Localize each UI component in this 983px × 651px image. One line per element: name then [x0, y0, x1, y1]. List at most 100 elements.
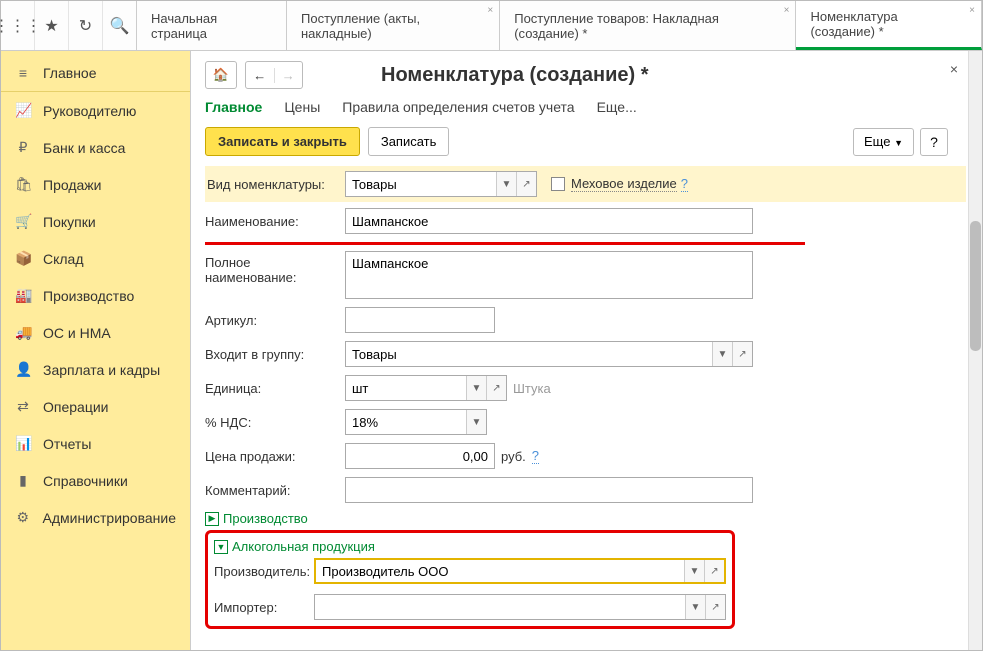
tab-label: Поступление товаров: Накладная (создание… [514, 11, 779, 41]
open-icon[interactable]: ↗ [732, 342, 752, 366]
sidebar-item-warehouse[interactable]: 📦Склад [1, 240, 190, 277]
price-label: Цена продажи: [205, 449, 345, 464]
production-expander[interactable]: ▶ Производство [205, 511, 966, 526]
unit-hint: Штука [513, 381, 551, 396]
manufacturer-combo[interactable]: ▼ ↗ [314, 558, 726, 584]
chevron-down-icon: ▼ [894, 138, 903, 148]
vat-combo[interactable]: ▼ [345, 409, 487, 435]
help-button[interactable]: ? [920, 128, 948, 156]
vat-label: % НДС: [205, 415, 345, 430]
kind-input[interactable] [346, 172, 496, 196]
sidebar-item-assets[interactable]: 🚚ОС и НМА [1, 314, 190, 351]
subtab-rules[interactable]: Правила определения счетов учета [342, 99, 574, 115]
tab-start[interactable]: Начальная страница [137, 1, 287, 50]
sidebar-item-bank[interactable]: ₽Банк и касса [1, 129, 190, 166]
importer-combo[interactable]: ▼ ↗ [314, 594, 726, 620]
close-icon[interactable]: × [969, 5, 975, 16]
nav-buttons[interactable]: ←→ [245, 61, 303, 89]
group-label: Входит в группу: [205, 347, 345, 362]
sidebar-item-production[interactable]: 🏭Производство [1, 277, 190, 314]
article-label: Артикул: [205, 313, 345, 328]
tab-invoice[interactable]: Поступление товаров: Накладная (создание… [500, 1, 796, 50]
subtab-main[interactable]: Главное [205, 99, 262, 115]
sidebar-item-salary[interactable]: 👤Зарплата и кадры [1, 351, 190, 388]
article-input[interactable] [345, 307, 495, 333]
chevron-down-icon[interactable]: ▼ [466, 410, 486, 434]
home-button[interactable]: 🏠 [205, 61, 237, 89]
close-icon[interactable]: × [784, 5, 790, 16]
save-button[interactable]: Записать [368, 127, 450, 156]
chevron-down-icon[interactable]: ▼ [496, 172, 516, 196]
search-icon[interactable]: 🔍 [103, 1, 137, 50]
group-combo[interactable]: ▼ ↗ [345, 341, 753, 367]
sidebar-item-purchases[interactable]: 🛒Покупки [1, 203, 190, 240]
expand-icon: ▶ [205, 512, 219, 526]
unit-label: Единица: [205, 381, 345, 396]
sidebar-item-main[interactable]: ≡Главное [1, 55, 190, 92]
chart-icon: 📈 [15, 102, 31, 119]
chevron-down-icon[interactable]: ▼ [466, 376, 486, 400]
price-input[interactable] [345, 443, 495, 469]
sidebar-item-reports[interactable]: 📊Отчеты [1, 425, 190, 462]
fur-help[interactable]: ? [681, 176, 688, 192]
vat-input[interactable] [346, 410, 466, 434]
book-icon: ▮ [15, 472, 31, 489]
tab-label: Начальная страница [151, 11, 270, 41]
tab-label: Номенклатура (создание) * [810, 9, 965, 39]
scrollbar[interactable] [968, 51, 982, 650]
tab-label: Поступление (акты, накладные) [301, 11, 483, 41]
name-label: Наименование: [205, 214, 345, 229]
star-icon[interactable]: ★ [35, 1, 69, 50]
close-icon[interactable]: × [950, 61, 958, 77]
open-icon[interactable]: ↗ [705, 595, 725, 619]
fullname-input[interactable] [345, 251, 753, 299]
clipboard-icon[interactable]: ↻ [69, 1, 103, 50]
subtab-more[interactable]: Еще... [597, 99, 637, 115]
subtab-prices[interactable]: Цены [284, 99, 320, 115]
name-input[interactable] [345, 208, 753, 234]
fur-checkbox[interactable] [551, 177, 565, 191]
chevron-down-icon[interactable]: ▼ [685, 595, 705, 619]
sidebar-item-sales[interactable]: 🛍Продажи [1, 166, 190, 203]
sidebar-item-admin[interactable]: ⚙Администрирование [1, 499, 190, 536]
open-icon[interactable]: ↗ [486, 376, 506, 400]
open-icon[interactable]: ↗ [516, 172, 536, 196]
importer-label: Импортер: [214, 600, 314, 615]
comment-input[interactable] [345, 477, 753, 503]
gear-icon: ⚙ [15, 509, 31, 526]
sidebar-item-dictionaries[interactable]: ▮Справочники [1, 462, 190, 499]
apps-icon[interactable]: ⋮⋮⋮ [1, 1, 35, 50]
unit-input[interactable] [346, 376, 466, 400]
truck-icon: 🚚 [15, 324, 31, 341]
price-help[interactable]: ? [532, 448, 539, 464]
open-icon[interactable]: ↗ [704, 560, 724, 582]
bag-icon: 🛍 [15, 176, 31, 193]
forward-icon[interactable]: → [275, 68, 303, 83]
factory-icon: 🏭 [15, 287, 31, 304]
currency-label: руб. [501, 449, 526, 464]
fullname-label: Полное наименование: [205, 251, 345, 285]
manufacturer-input[interactable] [316, 560, 684, 582]
close-icon[interactable]: × [487, 5, 493, 16]
scrollbar-thumb[interactable] [970, 221, 981, 351]
menu-icon: ≡ [15, 65, 31, 81]
back-icon[interactable]: ← [246, 68, 275, 83]
chevron-down-icon[interactable]: ▼ [684, 560, 704, 582]
kind-label: Вид номенклатуры: [205, 177, 345, 192]
alcohol-expander[interactable]: ▼ Алкогольная продукция [214, 539, 726, 554]
tab-receipts[interactable]: Поступление (акты, накладные) × [287, 1, 500, 50]
ruble-icon: ₽ [15, 139, 31, 156]
collapse-icon: ▼ [214, 540, 228, 554]
alcohol-section-highlight: ▼ Алкогольная продукция Производитель: ▼… [205, 530, 735, 629]
sidebar: ≡Главное 📈Руководителю ₽Банк и касса 🛍Пр… [1, 51, 191, 650]
sidebar-item-manager[interactable]: 📈Руководителю [1, 92, 190, 129]
kind-combo[interactable]: ▼ ↗ [345, 171, 537, 197]
tab-nomenclature[interactable]: Номенклатура (создание) * × [796, 1, 982, 50]
sidebar-item-operations[interactable]: ⇄Операции [1, 388, 190, 425]
more-button[interactable]: Еще ▼ [853, 128, 914, 156]
importer-input[interactable] [315, 595, 685, 619]
group-input[interactable] [346, 342, 712, 366]
save-close-button[interactable]: Записать и закрыть [205, 127, 360, 156]
chevron-down-icon[interactable]: ▼ [712, 342, 732, 366]
unit-combo[interactable]: ▼ ↗ [345, 375, 507, 401]
